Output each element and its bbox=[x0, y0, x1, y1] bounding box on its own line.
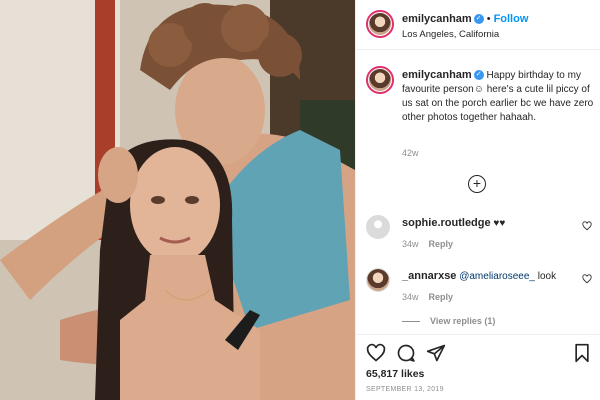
verified-badge-icon: ✓ bbox=[473, 70, 484, 81]
follow-button[interactable]: Follow bbox=[494, 13, 529, 25]
comment-meta: 34w Reply bbox=[402, 239, 453, 249]
comment-body: sophie.routledge ♥♥ bbox=[402, 217, 572, 229]
comment-text: ♥♥ bbox=[493, 218, 506, 229]
author-row: emilycanham ✓ • Follow bbox=[402, 13, 528, 25]
post-header: emilycanham ✓ • Follow Los Angeles, Califor… bbox=[356, 0, 600, 50]
reply-button[interactable]: Reply bbox=[429, 292, 454, 302]
commenter-avatar[interactable] bbox=[366, 215, 390, 239]
view-replies-button[interactable]: View replies (1) bbox=[430, 316, 495, 326]
caption-avatar[interactable] bbox=[366, 66, 394, 94]
share-icon[interactable] bbox=[426, 343, 446, 363]
post-side-panel: emilycanham ✓ • Follow Los Angeles, Califor… bbox=[355, 0, 600, 400]
post-actions: 65,817 likes SEPTEMBER 13, 2019 bbox=[356, 334, 600, 400]
comment-item: sophie.routledge ♥♥ 34w Reply bbox=[366, 215, 594, 265]
replies-divider-line bbox=[402, 321, 420, 323]
post-date[interactable]: SEPTEMBER 13, 2019 bbox=[366, 386, 444, 393]
plus-circle-icon[interactable]: + bbox=[468, 175, 486, 193]
comment-text: look bbox=[537, 271, 557, 282]
comment-like-heart-icon[interactable] bbox=[582, 221, 592, 231]
heart-icon[interactable] bbox=[366, 343, 386, 363]
comment-username[interactable]: sophie.routledge bbox=[402, 217, 491, 229]
caption-body: emilycanham ✓ Happy birthday to my favour… bbox=[402, 68, 594, 125]
bookmark-icon[interactable] bbox=[572, 343, 592, 363]
reply-button[interactable]: Reply bbox=[429, 239, 454, 249]
view-replies: View replies (1) bbox=[402, 316, 495, 326]
comment-time[interactable]: 34w bbox=[402, 292, 419, 302]
post-photo[interactable] bbox=[0, 0, 355, 400]
post-location[interactable]: Los Angeles, California bbox=[402, 29, 499, 40]
comment-like-heart-icon[interactable] bbox=[582, 274, 592, 284]
comment-mention[interactable]: @ameliaroseee_ bbox=[459, 271, 535, 282]
caption-username[interactable]: emilycanham bbox=[402, 69, 472, 81]
author-username[interactable]: emilycanham bbox=[402, 13, 472, 25]
comment-body: _annarxse @ameliaroseee_ look bbox=[402, 270, 572, 282]
photo-illustration bbox=[0, 0, 355, 400]
comment-username[interactable]: _annarxse bbox=[402, 270, 456, 282]
commenter-avatar[interactable] bbox=[366, 268, 390, 292]
caption-time[interactable]: 42w bbox=[402, 148, 419, 158]
likes-count[interactable]: 65,817 likes bbox=[366, 368, 424, 380]
comment-meta: 34w Reply bbox=[402, 292, 453, 302]
author-avatar[interactable] bbox=[366, 10, 394, 38]
comment-time[interactable]: 34w bbox=[402, 239, 419, 249]
verified-badge-icon: ✓ bbox=[473, 14, 484, 25]
comment-item: _annarxse @ameliaroseee_ look 34w Reply bbox=[366, 268, 594, 318]
comment-icon[interactable] bbox=[396, 343, 416, 363]
separator-dot: • bbox=[486, 13, 491, 25]
